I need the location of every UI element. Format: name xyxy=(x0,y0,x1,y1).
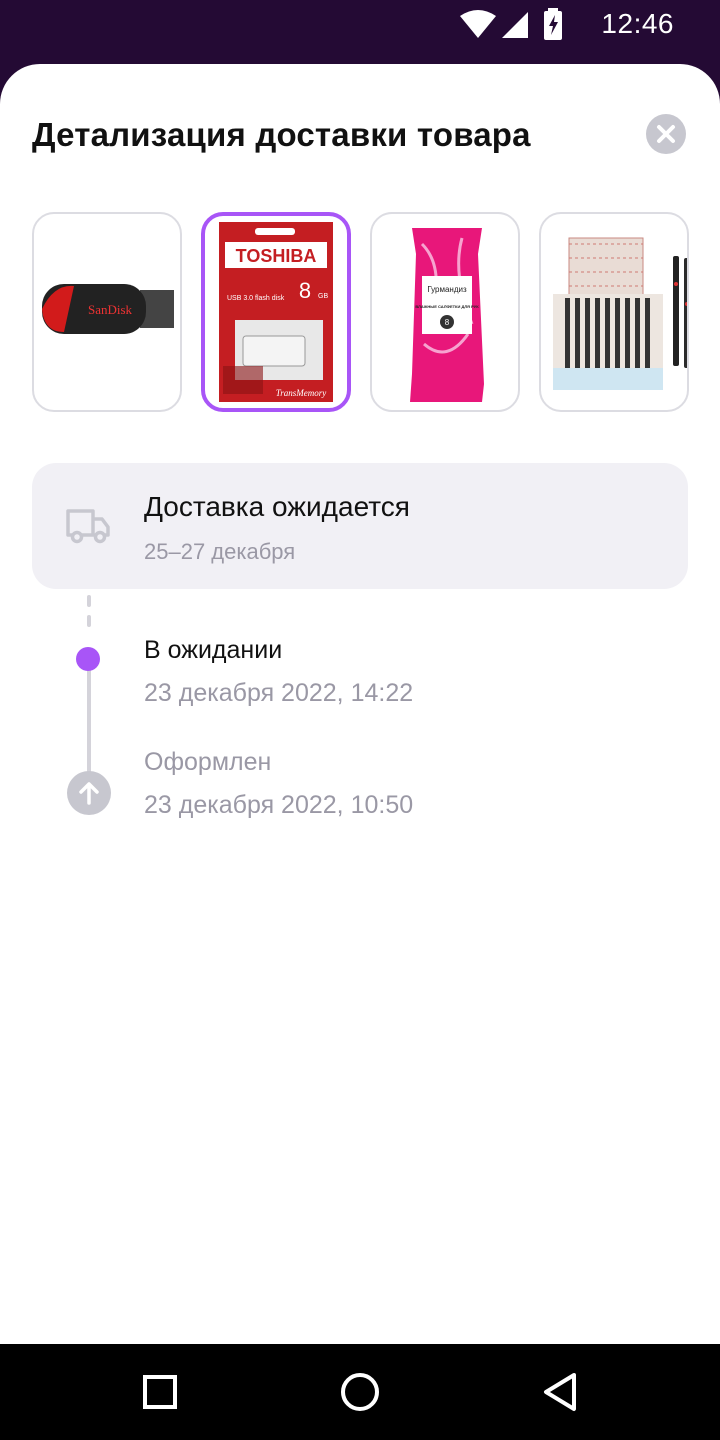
clock: 12:46 xyxy=(601,8,674,39)
arrow-up-icon xyxy=(79,782,99,805)
battery-charging-icon xyxy=(544,8,562,40)
truck-icon xyxy=(66,509,110,544)
timeline-time-current: 23 декабря 2022, 14:22 xyxy=(144,679,414,707)
timeline-line xyxy=(87,659,91,773)
wipes-caption-text: ВЛАЖНЫЕ САЛФЕТКИ ДЛЯ РУК xyxy=(415,304,479,309)
recents-square-icon[interactable] xyxy=(136,1368,184,1416)
capacity-text: 8 xyxy=(299,278,311,303)
close-button[interactable] xyxy=(646,114,686,154)
home-circle-icon[interactable] xyxy=(336,1368,384,1416)
timeline-dash xyxy=(87,595,91,607)
capacity-unit-text: GB xyxy=(318,293,328,300)
back-triangle-icon[interactable] xyxy=(536,1368,584,1416)
wet-wipes-image: Гурмандиз ВЛАЖНЫЕ САЛФЕТКИ ДЛЯ РУК 8 xyxy=(410,228,484,402)
delivery-expected-dates: 25–27 декабря xyxy=(144,539,296,564)
product-thumb-wet-wipes-pack[interactable]: Гурмандиз ВЛАЖНЫЕ САЛФЕТКИ ДЛЯ РУК 8 xyxy=(370,212,520,412)
toshiba-logo-text: TOSHIBA xyxy=(236,246,317,266)
delivery-details-sheet: Детализация доставки товара SanDisk TOSH… xyxy=(0,64,720,1344)
product-line-text: TransMemory xyxy=(276,388,327,398)
package-subtitle-text: USB 3.0 flash disk xyxy=(227,295,285,302)
delivery-expected-card: Доставка ожидается 25–27 декабря xyxy=(32,463,688,589)
current-status-dot xyxy=(76,647,100,671)
product-thumbnails: SanDisk TOSHIBA 8 GB USB 3.0 flash disk … xyxy=(32,212,692,416)
sandisk-logo-text: SanDisk xyxy=(88,302,133,317)
usb-package-image: TOSHIBA 8 GB USB 3.0 flash disk TransMem… xyxy=(219,222,333,402)
system-navigation-bar xyxy=(0,1344,720,1440)
product-thumb-usb-flash-drive[interactable]: SanDisk xyxy=(32,212,182,412)
delivery-expected-title: Доставка ожидается xyxy=(144,491,410,522)
wipes-count-text: 8 xyxy=(445,318,450,327)
timeline-dash xyxy=(87,615,91,627)
signal-icon xyxy=(502,12,528,38)
product-thumb-pens-display-box[interactable] xyxy=(539,212,689,412)
sheet-title: Детализация доставки товара xyxy=(32,116,531,153)
product-thumb-usb-flash-drive-package[interactable]: TOSHIBA 8 GB USB 3.0 flash disk TransMem… xyxy=(201,212,351,412)
pens-box-image xyxy=(553,237,687,390)
timeline-time-placed: 23 декабря 2022, 10:50 xyxy=(144,791,414,819)
usb-flash-drive-image: SanDisk xyxy=(42,284,174,334)
close-icon xyxy=(657,125,675,143)
completed-status-dot xyxy=(67,771,111,815)
timeline-status-current: В ожидании xyxy=(144,636,283,664)
timeline-status-placed: Оформлен xyxy=(144,748,272,776)
status-bar: 12:46 xyxy=(0,0,720,48)
order-status-timeline: В ожидании 23 декабря 2022, 14:22 Оформл… xyxy=(0,589,720,889)
wifi-icon xyxy=(460,10,496,38)
wipes-brand-text: Гурмандиз xyxy=(427,285,467,294)
